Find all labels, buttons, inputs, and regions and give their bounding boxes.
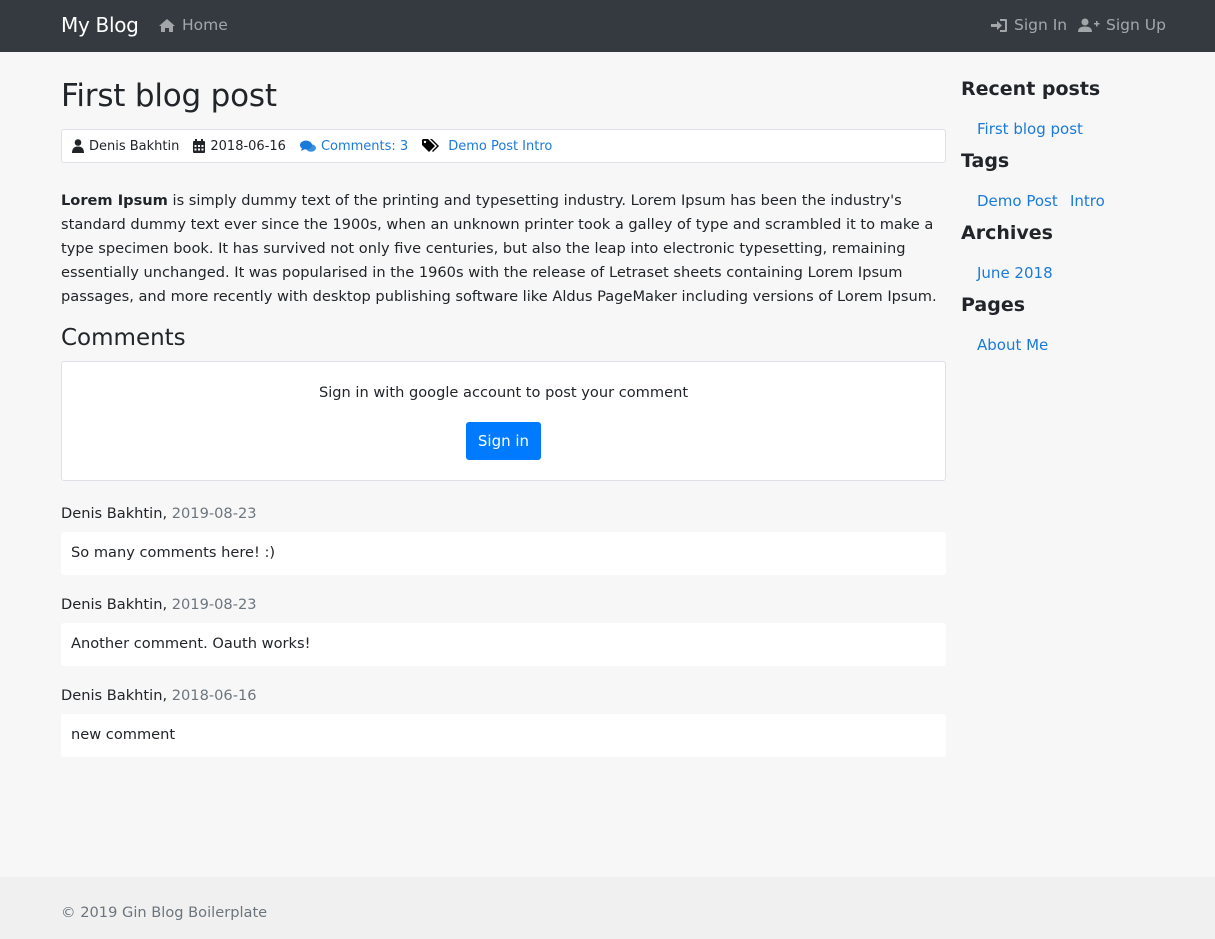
post-comments-link[interactable]: Comments: 3 xyxy=(299,138,409,154)
page-footer: © 2019 Gin Blog Boilerplate xyxy=(0,877,1215,939)
comment-header: Denis Bakhtin, 2018-06-16 xyxy=(61,687,257,704)
nav-home-link[interactable]: Home xyxy=(158,16,228,34)
footer-copyright: © 2019 Gin Blog Boilerplate xyxy=(61,904,268,921)
post-body-bold: Lorem Ipsum xyxy=(61,192,168,209)
post-date: 2018-06-16 xyxy=(193,139,286,154)
signin-prompt: Sign in with google account to post your… xyxy=(318,384,689,401)
post-author-name: Denis Bakhtin xyxy=(89,138,180,154)
comment-body: new comment xyxy=(61,714,946,757)
user-icon xyxy=(72,139,84,153)
sidebar-archive-link[interactable]: June 2018 xyxy=(977,264,1053,282)
post-tags: Demo Post Intro xyxy=(422,139,556,154)
nav-signup-link[interactable]: Sign Up xyxy=(1078,16,1166,34)
comment-date: 2019-08-23 xyxy=(171,596,257,613)
post-tag-link[interactable]: Demo Post xyxy=(448,139,518,154)
top-navbar: My Blog Home Sign In Sign Up xyxy=(0,0,1215,52)
nav-signup-label: Sign Up xyxy=(1106,16,1166,34)
sidebar-tag-link[interactable]: Intro xyxy=(1070,192,1105,210)
sidebar-recent-heading: Recent posts xyxy=(961,78,1101,100)
nav-home-label: Home xyxy=(182,16,228,34)
home-icon xyxy=(159,18,175,32)
comment-date: 2018-06-16 xyxy=(171,687,257,704)
google-signin-button[interactable]: Sign in xyxy=(466,422,541,460)
comment-author: Denis Bakhtin xyxy=(61,596,163,613)
comments-icon xyxy=(299,140,316,152)
calendar-icon xyxy=(193,139,206,153)
sidebar-tag-link[interactable]: Demo Post xyxy=(977,192,1058,210)
sign-in-icon xyxy=(991,18,1007,32)
comment-header: Denis Bakhtin, 2019-08-23 xyxy=(61,505,257,522)
comments-heading: Comments xyxy=(61,325,186,351)
comment-body: So many comments here! :) xyxy=(61,532,946,575)
comment-body: Another comment. Oauth works! xyxy=(61,623,946,666)
nav-signin-label: Sign In xyxy=(1014,16,1068,34)
comment-author: Denis Bakhtin xyxy=(61,505,163,522)
sidebar-page-link[interactable]: About Me xyxy=(977,336,1048,354)
post-meta-bar: Denis Bakhtin 2018-06-16 Comments: 3 Dem… xyxy=(61,129,946,163)
user-plus-icon xyxy=(1078,18,1100,32)
post-body-text: is simply dummy text of the printing and… xyxy=(61,192,937,305)
sidebar-recent-post-link[interactable]: First blog post xyxy=(977,120,1083,138)
post-body: Lorem Ipsum is simply dummy text of the … xyxy=(61,189,946,309)
comment-signin-panel: Sign in with google account to post your… xyxy=(61,361,946,481)
post-comments-label: Comments: 3 xyxy=(320,138,409,154)
post-tag-link[interactable]: Intro xyxy=(522,139,552,154)
sidebar-pages-heading: Pages xyxy=(961,294,1026,316)
comment-author: Denis Bakhtin xyxy=(61,687,163,704)
comment-header: Denis Bakhtin, 2019-08-23 xyxy=(61,596,257,613)
post-author: Denis Bakhtin xyxy=(72,139,179,154)
nav-signin-link[interactable]: Sign In xyxy=(990,16,1067,34)
tags-icon xyxy=(422,139,440,152)
comment-date: 2019-08-23 xyxy=(171,505,257,522)
post-title: First blog post xyxy=(61,78,277,114)
post-date-text: 2018-06-16 xyxy=(210,138,286,154)
sidebar-tags-heading: Tags xyxy=(961,150,1010,172)
sidebar-archives-heading: Archives xyxy=(961,222,1053,244)
brand-link[interactable]: My Blog xyxy=(61,13,139,37)
